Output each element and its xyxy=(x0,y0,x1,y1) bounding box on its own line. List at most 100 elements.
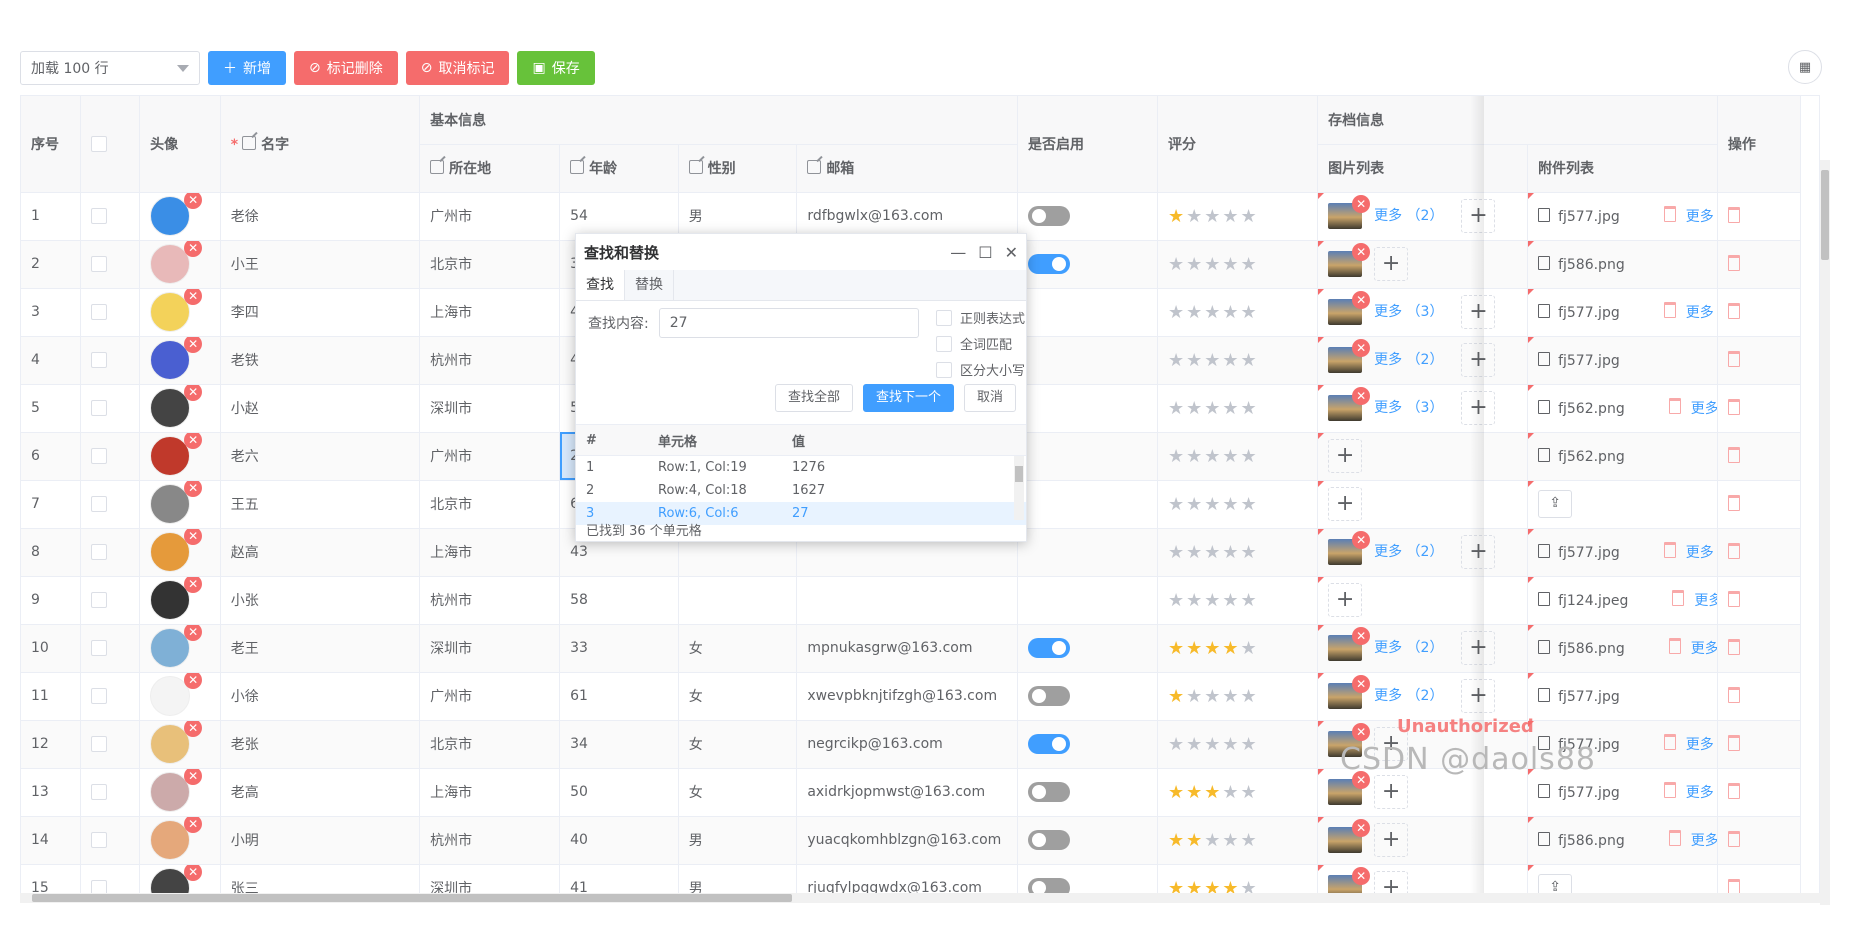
save-button[interactable]: ▣ 保存 xyxy=(517,51,595,85)
attachment-name[interactable]: fj577.jpg xyxy=(1558,353,1620,369)
remove-icon[interactable]: ✕ xyxy=(184,288,203,305)
add-image-button[interactable]: + xyxy=(1328,487,1363,521)
remove-icon[interactable]: ✕ xyxy=(184,384,203,401)
cell-ops[interactable] xyxy=(1717,336,1802,385)
image-thumbnail[interactable]: ✕ xyxy=(1328,819,1371,853)
cell-images[interactable]: + xyxy=(1317,576,1529,625)
more-images-link[interactable]: 更多 （2） xyxy=(1374,640,1443,656)
delete-row-icon[interactable] xyxy=(1727,446,1740,463)
cell-images[interactable]: ✕ 更多 （2） + xyxy=(1317,672,1529,721)
cell-select[interactable] xyxy=(80,384,141,433)
star-icon[interactable]: ★ xyxy=(1186,494,1204,515)
star-icon[interactable]: ★ xyxy=(1204,302,1222,323)
delete-attachment-icon[interactable] xyxy=(1663,542,1676,558)
cell-rating[interactable]: ★★★★★ xyxy=(1157,672,1319,721)
star-icon[interactable]: ★ xyxy=(1222,734,1240,755)
row-checkbox[interactable] xyxy=(90,736,107,752)
cell-rating[interactable]: ★★★★★ xyxy=(1157,528,1319,577)
remove-icon[interactable]: ✕ xyxy=(1352,819,1371,837)
cell-avatar[interactable]: ✕ xyxy=(139,432,221,481)
cell-enabled[interactable] xyxy=(1017,288,1158,337)
delete-row-icon[interactable] xyxy=(1727,398,1740,415)
cell-ops[interactable] xyxy=(1717,768,1802,817)
enabled-switch[interactable] xyxy=(1027,830,1070,850)
cell-ops[interactable] xyxy=(1717,576,1802,625)
star-icon[interactable]: ★ xyxy=(1204,398,1222,419)
more-images-link[interactable]: 更多 （2） xyxy=(1374,208,1443,224)
cell-city[interactable]: 上海市 xyxy=(419,288,561,337)
star-icon[interactable]: ★ xyxy=(1204,686,1222,707)
cell-age[interactable]: 34 xyxy=(559,720,679,769)
cell-enabled[interactable] xyxy=(1017,192,1158,241)
more-attachments-link[interactable]: 更多 xyxy=(1691,641,1717,657)
star-icon[interactable]: ★ xyxy=(1204,446,1222,467)
cell-select[interactable] xyxy=(80,288,141,337)
cell-city[interactable]: 杭州市 xyxy=(419,576,561,625)
attachment-name[interactable]: fj586.png xyxy=(1558,641,1625,657)
row-checkbox[interactable] xyxy=(90,688,107,704)
star-icon[interactable]: ★ xyxy=(1222,446,1240,467)
select-all-checkbox[interactable] xyxy=(90,135,107,152)
attachment-name[interactable]: fj577.jpg xyxy=(1558,305,1620,321)
star-icon[interactable]: ★ xyxy=(1168,830,1186,851)
delete-attachment-icon[interactable] xyxy=(1668,830,1681,846)
cell-seq[interactable]: 3 xyxy=(21,288,81,337)
delete-row-icon[interactable] xyxy=(1727,302,1740,319)
rating-stars[interactable]: ★★★★★ xyxy=(1168,542,1259,563)
remove-icon[interactable]: ✕ xyxy=(1352,627,1371,645)
cell-rating[interactable]: ★★★★★ xyxy=(1157,624,1319,673)
delete-row-icon[interactable] xyxy=(1727,734,1740,751)
cell-seq[interactable]: 14 xyxy=(21,816,81,865)
cell-age[interactable]: 61 xyxy=(559,672,679,721)
image-thumbnail[interactable]: ✕ xyxy=(1328,243,1371,277)
cell-select[interactable] xyxy=(80,336,141,385)
rating-stars[interactable]: ★★★★★ xyxy=(1168,590,1259,611)
remove-icon[interactable]: ✕ xyxy=(184,576,203,593)
row-checkbox[interactable] xyxy=(90,256,107,272)
star-icon[interactable]: ★ xyxy=(1241,254,1259,275)
star-icon[interactable]: ★ xyxy=(1241,302,1259,323)
star-icon[interactable]: ★ xyxy=(1241,206,1259,227)
match-case-checkbox[interactable] xyxy=(936,361,952,378)
star-icon[interactable]: ★ xyxy=(1186,446,1204,467)
add-image-button[interactable]: + xyxy=(1328,583,1363,617)
cell-ops[interactable] xyxy=(1717,240,1802,289)
cell-seq[interactable]: 8 xyxy=(21,528,81,577)
rating-stars[interactable]: ★★★★★ xyxy=(1168,254,1259,275)
cell-name[interactable]: 老六 xyxy=(220,432,421,481)
star-icon[interactable]: ★ xyxy=(1186,590,1204,611)
cell-email[interactable]: xwevpbknjtifzgh@163.com xyxy=(796,672,1018,721)
cell-select[interactable] xyxy=(80,768,141,817)
tab-find[interactable]: 查找 xyxy=(576,270,625,300)
result-row[interactable]: 1 Row:1, Col:19 1276 xyxy=(576,456,1026,479)
cell-name[interactable]: 老王 xyxy=(220,624,421,673)
more-attachments-link[interactable]: 更多 xyxy=(1686,209,1714,225)
cell-name[interactable]: 老徐 xyxy=(220,192,421,241)
cell-select[interactable] xyxy=(80,432,141,481)
cell-avatar[interactable]: ✕ xyxy=(139,720,221,769)
cell-images[interactable]: ✕ 更多 （3） + xyxy=(1317,384,1529,433)
row-checkbox[interactable] xyxy=(90,784,107,800)
cell-rating[interactable]: ★★★★★ xyxy=(1157,432,1319,481)
remove-icon[interactable]: ✕ xyxy=(184,240,203,257)
attachment-name[interactable]: fj577.jpg xyxy=(1558,689,1620,705)
regex-checkbox[interactable] xyxy=(936,309,952,326)
star-icon[interactable]: ★ xyxy=(1186,542,1204,563)
rating-stars[interactable]: ★★★★★ xyxy=(1168,638,1259,659)
cell-avatar[interactable]: ✕ xyxy=(139,768,221,817)
remove-icon[interactable]: ✕ xyxy=(184,480,203,497)
cell-name[interactable]: 小赵 xyxy=(220,384,421,433)
cell-seq[interactable]: 13 xyxy=(21,768,81,817)
cell-select[interactable] xyxy=(80,192,141,241)
cell-attachments[interactable]: fj577.jpg xyxy=(1527,336,1718,385)
cell-city[interactable]: 广州市 xyxy=(419,192,561,241)
rating-stars[interactable]: ★★★★★ xyxy=(1168,830,1259,851)
cell-ops[interactable] xyxy=(1717,288,1802,337)
cell-email[interactable]: yuacqkomhblzgn@163.com xyxy=(796,816,1018,865)
more-attachments-link[interactable]: 更多 xyxy=(1691,401,1717,417)
maximize-icon[interactable]: ☐ xyxy=(978,243,992,262)
enabled-switch[interactable] xyxy=(1027,638,1070,658)
cell-images[interactable]: ✕ + xyxy=(1317,816,1529,865)
rating-stars[interactable]: ★★★★★ xyxy=(1168,398,1259,419)
find-input[interactable]: 27 xyxy=(658,308,919,338)
